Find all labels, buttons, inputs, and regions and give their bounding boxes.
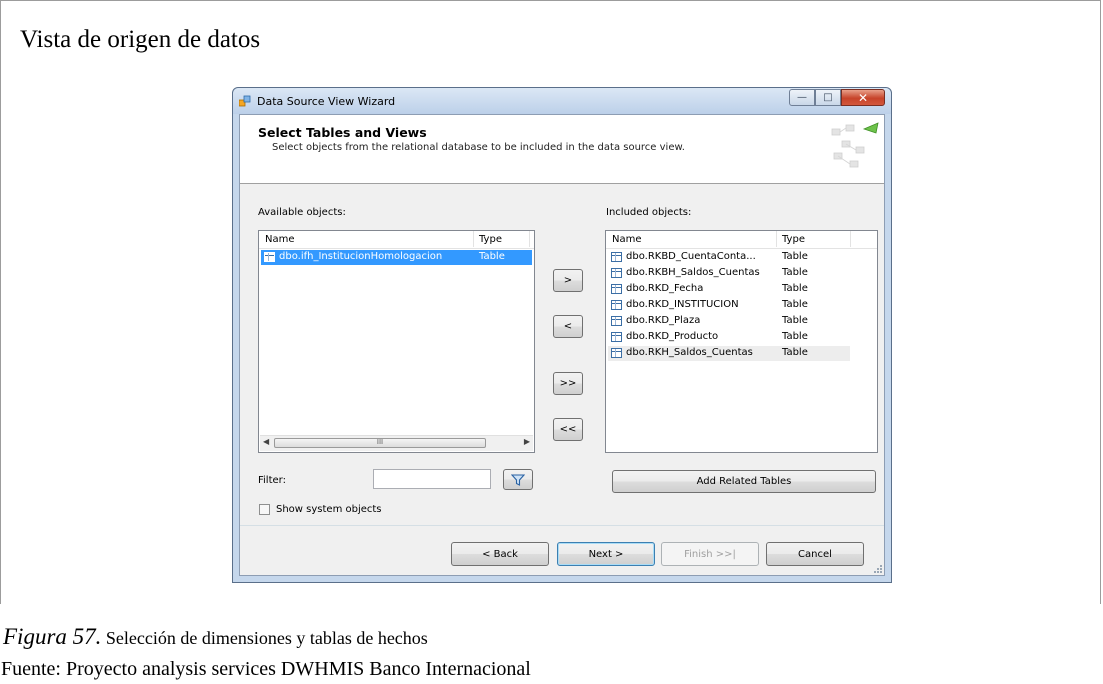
minimize-icon: — [797,92,807,103]
included-objects-list[interactable]: Name Type dbo.RKBD_CuentaConta... Table … [605,230,878,453]
document-heading: Vista de origen de datos [20,26,261,53]
maximize-icon: □ [823,92,833,103]
close-button[interactable]: ✕ [841,89,885,106]
included-row-name: dbo.RKH_Saldos_Cuentas [626,347,753,358]
banner-title: Select Tables and Views [258,125,427,140]
table-icon [611,316,622,326]
minimize-button[interactable]: — [789,89,815,106]
available-list-header: Name Type [259,231,534,249]
next-button[interactable]: Next > [557,542,655,566]
included-objects-label: Included objects: [606,207,692,218]
table-icon [611,332,622,342]
included-row-name: dbo.RKD_INSTITUCION [626,299,739,310]
included-row-name: dbo.RKD_Fecha [626,283,704,294]
maximize-button[interactable]: □ [815,89,841,106]
remove-all-button[interactable]: << [553,418,583,441]
filter-input[interactable] [373,469,491,489]
banner-description: Select objects from the relational datab… [272,142,685,153]
add-related-tables-button[interactable]: Add Related Tables [612,470,876,493]
filter-icon [511,473,525,486]
resize-grip-icon[interactable] [874,565,882,573]
wizard-banner: Select Tables and Views Select objects f… [240,115,884,184]
filter-button[interactable] [503,469,533,490]
included-col-type[interactable]: Type [782,234,805,245]
wizard-window: Data Source View Wizard — □ ✕ Select Tab… [232,87,892,583]
included-row-type: Table [782,347,808,358]
scrollbar-thumb[interactable]: III [274,438,486,448]
included-row[interactable]: dbo.RKBH_Saldos_Cuentas Table [608,266,850,281]
footer-divider [240,525,884,526]
available-objects-label: Available objects: [258,207,346,218]
table-icon [611,284,622,294]
included-row[interactable]: dbo.RKD_INSTITUCION Table [608,298,850,313]
included-row-name: dbo.RKBH_Saldos_Cuentas [626,267,760,278]
available-row-name: dbo.ifh_InstitucionHomologacion [279,251,443,262]
included-row-type: Table [782,315,808,326]
available-row[interactable]: dbo.ifh_InstitucionHomologacion Table [261,250,532,265]
included-row-type: Table [782,299,808,310]
included-col-name[interactable]: Name [612,234,642,245]
included-row-type: Table [782,331,808,342]
scrollbar-grip: III [376,438,384,446]
included-row-type: Table [782,251,808,262]
included-row-name: dbo.RKD_Plaza [626,315,701,326]
table-icon [264,252,275,262]
available-row-type: Table [479,251,505,262]
included-row[interactable]: dbo.RKH_Saldos_Cuentas Table [608,346,850,361]
column-divider [529,231,530,247]
wizard-app-icon [239,95,251,107]
title-bar[interactable]: Data Source View Wizard — □ ✕ [233,88,891,114]
included-row[interactable]: dbo.RKBD_CuentaConta... Table [608,250,850,265]
show-system-objects-label: Show system objects [276,504,382,515]
column-divider [850,231,851,247]
included-row-type: Table [782,267,808,278]
figure-source: Fuente: Proyecto analysis services DWHMI… [1,658,531,680]
filter-label: Filter: [258,475,286,486]
window-title: Data Source View Wizard [257,95,396,108]
scroll-right-icon[interactable]: ▶ [524,437,530,446]
scroll-left-icon[interactable]: ◀ [263,437,269,446]
add-all-button[interactable]: >> [553,372,583,395]
column-divider [473,231,474,247]
figure-caption-text: Selección de dimensiones y tablas de hec… [101,628,428,648]
figure-caption: Figura 57. Selección de dimensiones y ta… [3,624,428,650]
cancel-button[interactable]: Cancel [766,542,864,566]
back-button[interactable]: < Back [451,542,549,566]
table-icon [611,300,622,310]
column-divider [776,231,777,247]
add-button[interactable]: > [553,269,583,292]
show-system-objects-checkbox[interactable] [259,504,270,515]
table-icon [611,252,622,262]
wizard-banner-graphic [831,122,879,168]
remove-button[interactable]: < [553,315,583,338]
table-icon [611,348,622,358]
available-objects-list[interactable]: Name Type dbo.ifh_InstitucionHomologacio… [258,230,535,453]
included-row-name: dbo.RKD_Producto [626,331,719,342]
available-col-type[interactable]: Type [479,234,502,245]
included-row-name: dbo.RKBD_CuentaConta... [626,251,756,262]
available-horizontal-scrollbar[interactable]: ◀ III ▶ [260,435,533,451]
close-icon: ✕ [857,90,869,105]
included-row[interactable]: dbo.RKD_Producto Table [608,330,850,345]
finish-button[interactable]: Finish >>| [661,542,759,566]
included-list-header: Name Type [606,231,877,249]
available-col-name[interactable]: Name [265,234,295,245]
wizard-client-area: Select Tables and Views Select objects f… [239,114,885,576]
included-row-type: Table [782,283,808,294]
figure-label: Figura 57. [3,624,102,649]
included-row[interactable]: dbo.RKD_Fecha Table [608,282,850,297]
caption-buttons: — □ ✕ [789,89,885,107]
table-icon [611,268,622,278]
included-row[interactable]: dbo.RKD_Plaza Table [608,314,850,329]
